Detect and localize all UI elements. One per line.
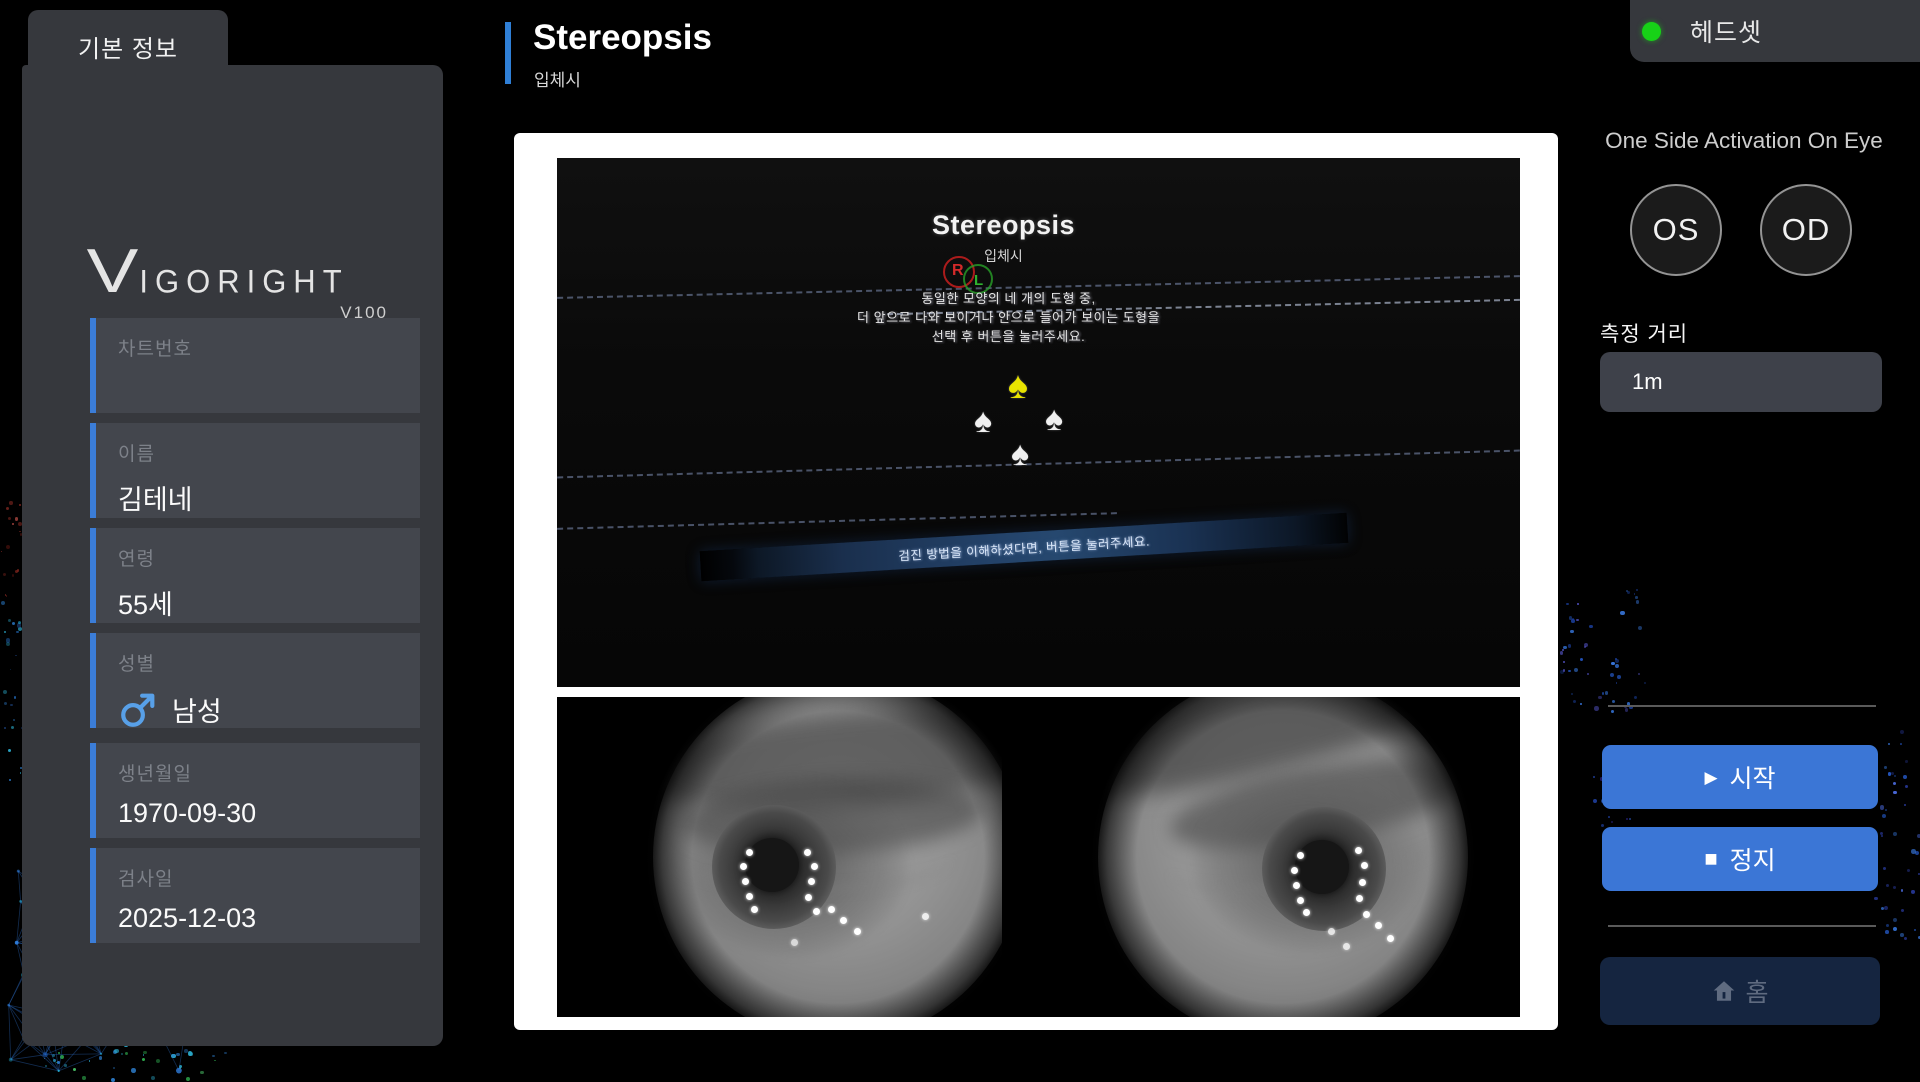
page-subtitle: 입체시 bbox=[534, 66, 581, 91]
male-icon bbox=[118, 688, 160, 730]
spade-right: ♠ bbox=[1045, 402, 1063, 436]
headset-status[interactable]: 헤드셋 bbox=[1630, 0, 1920, 62]
field-exam-date[interactable]: 검사일 2025-12-03 bbox=[90, 848, 420, 943]
field-gender-value: 남성 bbox=[172, 690, 222, 729]
content-panel: Stereopsis 입체시 R L 동일한 모양의 네 개의 도형 중, 더 … bbox=[514, 133, 1558, 1030]
start-button-label: 시작 bbox=[1730, 759, 1776, 795]
stereo-guide-line bbox=[557, 512, 1117, 530]
home-button-label: 홈 bbox=[1745, 973, 1768, 1009]
brand-logo-initial: V bbox=[87, 247, 141, 297]
field-birthdate-value: 1970-09-30 bbox=[118, 798, 420, 829]
brand-logo: V IGORIGHT V100 bbox=[92, 247, 392, 327]
tab-basic-info[interactable]: 기본 정보 bbox=[28, 10, 228, 82]
eye-feed-left bbox=[600, 697, 1002, 1017]
od-button[interactable]: OD bbox=[1760, 184, 1852, 276]
field-name-label: 이름 bbox=[118, 439, 420, 466]
eye-camera-strip bbox=[557, 697, 1520, 1017]
home-button[interactable]: 홈 bbox=[1600, 957, 1880, 1025]
field-name-value: 김테네 bbox=[118, 478, 420, 517]
start-button[interactable]: ▶ 시작 bbox=[1602, 745, 1878, 809]
stop-icon: ■ bbox=[1704, 848, 1717, 870]
os-button-label: OS bbox=[1653, 212, 1700, 248]
field-exam-date-value: 2025-12-03 bbox=[118, 903, 420, 934]
os-button[interactable]: OS bbox=[1630, 184, 1722, 276]
field-age-label: 연령 bbox=[118, 544, 420, 571]
distance-input[interactable] bbox=[1600, 352, 1882, 412]
vr-instruction-line: 더 앞으로 나와 보이거나 안으로 들어가 보이는 도형을 bbox=[557, 307, 1460, 326]
headset-connected-dot bbox=[1642, 22, 1661, 41]
vr-display-view: Stereopsis 입체시 R L 동일한 모양의 네 개의 도형 중, 더 … bbox=[557, 158, 1520, 687]
field-exam-date-label: 검사일 bbox=[118, 864, 420, 891]
divider bbox=[1608, 925, 1876, 927]
field-birthdate-label: 생년월일 bbox=[118, 759, 420, 786]
field-birthdate[interactable]: 생년월일 1970-09-30 bbox=[90, 743, 420, 838]
headset-label: 헤드셋 bbox=[1690, 13, 1762, 49]
distance-label: 측정 거리 bbox=[1600, 318, 1688, 348]
field-gender[interactable]: 성별 남성 bbox=[90, 633, 420, 728]
page-title: Stereopsis bbox=[533, 18, 712, 58]
vr-instruction-line: 동일한 모양의 네 개의 도형 중, bbox=[557, 288, 1460, 307]
od-button-label: OD bbox=[1782, 212, 1831, 248]
left-eye-marker-letter: L bbox=[974, 272, 983, 289]
right-eye-marker-letter: R bbox=[952, 262, 964, 280]
vr-test-subtitle: 입체시 bbox=[557, 246, 1450, 266]
field-gender-label: 성별 bbox=[118, 649, 420, 676]
activation-title: One Side Activation On Eye bbox=[1596, 128, 1892, 154]
stop-button-label: 정지 bbox=[1730, 841, 1776, 877]
title-accent-bar bbox=[505, 22, 511, 84]
field-age-value: 55세 bbox=[118, 583, 420, 622]
field-chart-number-label: 차트번호 bbox=[118, 334, 420, 361]
home-icon bbox=[1711, 978, 1737, 1004]
divider bbox=[1608, 705, 1876, 707]
spade-bottom: ♠ bbox=[1011, 437, 1029, 471]
spade-target-top: ♠ bbox=[1008, 367, 1028, 405]
field-chart-number[interactable]: 차트번호 bbox=[90, 318, 420, 413]
field-age[interactable]: 연령 55세 bbox=[90, 528, 420, 623]
stereo-guide-line bbox=[557, 450, 1520, 479]
eye-feed-right bbox=[1075, 697, 1477, 1017]
vr-test-title: Stereopsis bbox=[557, 210, 1450, 241]
play-icon: ▶ bbox=[1704, 769, 1717, 786]
brand-logo-text: IGORIGHT bbox=[139, 265, 348, 298]
tab-basic-info-label: 기본 정보 bbox=[78, 29, 178, 64]
vr-instruction-line: 선택 후 버튼을 눌러주세요. bbox=[557, 326, 1460, 345]
guide-banner-text: 검진 방법을 이해하셨다면, 버튼을 눌러주세요. bbox=[898, 530, 1151, 564]
patient-info-panel: V IGORIGHT V100 차트번호 이름 김테네 연령 55세 성별 남성… bbox=[22, 65, 443, 1046]
stop-button[interactable]: ■ 정지 bbox=[1602, 827, 1878, 891]
spade-left: ♠ bbox=[974, 404, 992, 438]
field-name[interactable]: 이름 김테네 bbox=[90, 423, 420, 518]
